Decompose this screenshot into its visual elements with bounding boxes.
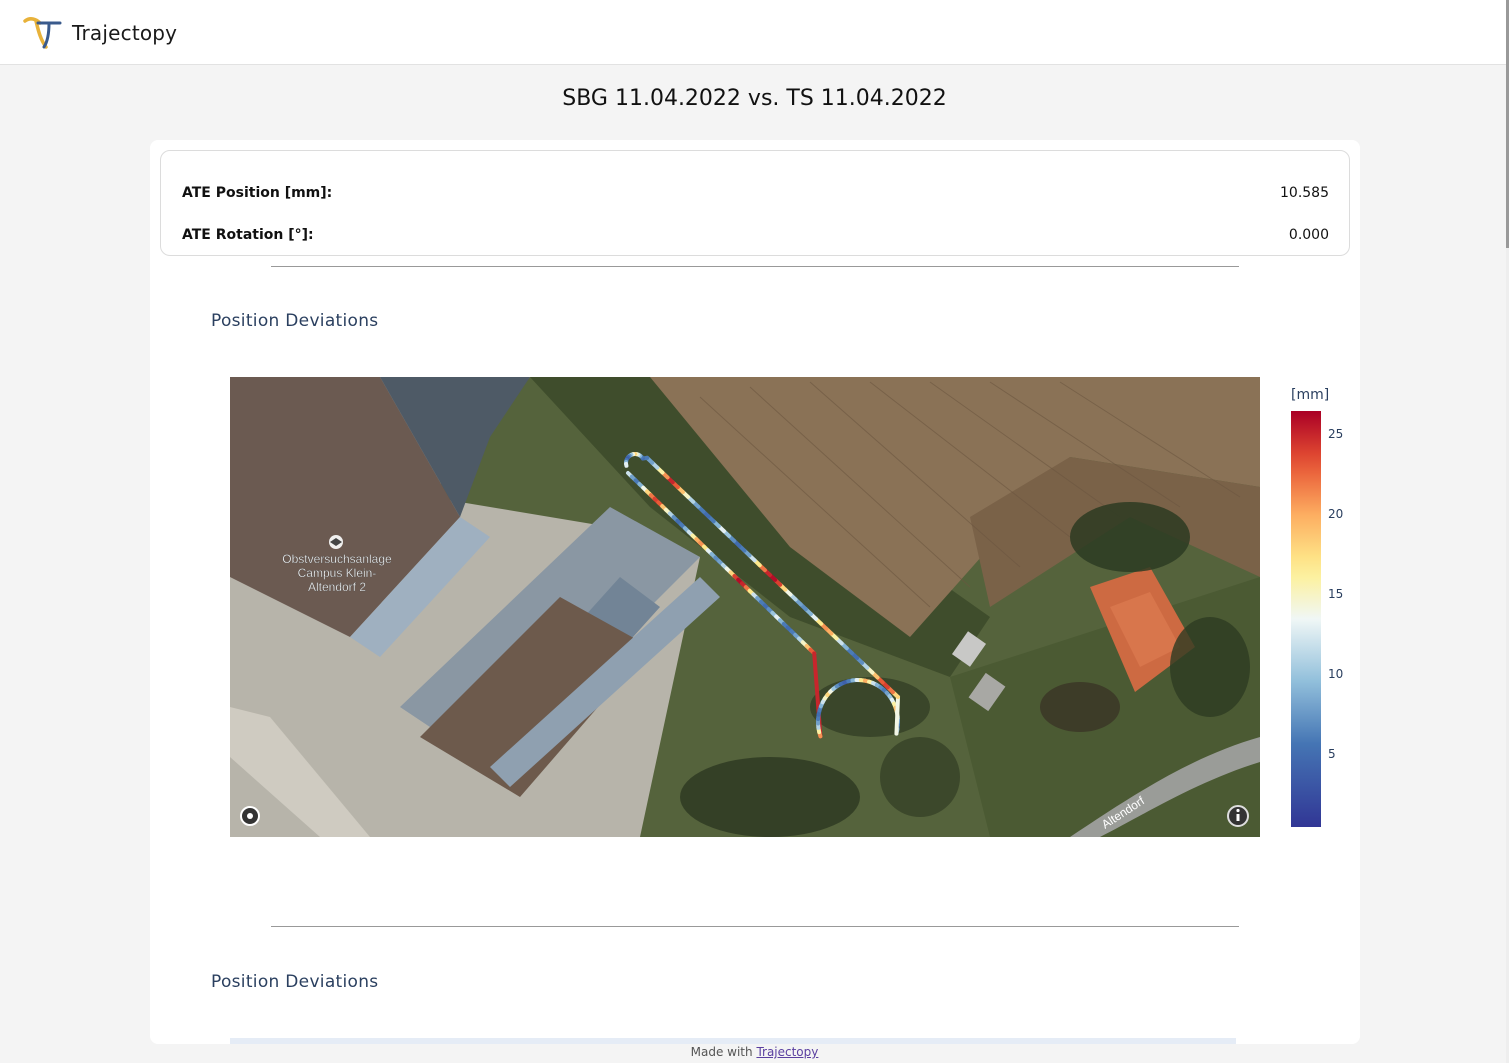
colorbar [1291,411,1321,827]
brand[interactable]: Trajectopy [22,14,177,52]
colorbar-tick: 5 [1328,747,1336,761]
trajectopy-logo-icon [23,17,62,49]
metric-ate-rotation: ATE Rotation [°]: 0.000 [182,224,1329,246]
metrics-panel: ATE Position [mm]: 10.585 ATE Rotation [… [160,150,1350,256]
place-label-line: Campus Klein- [298,566,377,580]
place-label-line: Obstversuchsanlage [282,552,392,566]
section-divider [271,926,1239,927]
brand-name: Trajectopy [72,21,178,45]
metric-value: 0.000 [1288,227,1329,243]
colorbar-tick: 15 [1328,587,1344,601]
section-title: Position Deviations [211,972,379,992]
footer-text: Made with [690,1045,753,1059]
colorbar-tick: 25 [1328,427,1344,441]
page-title: SBG 11.04.2022 vs. TS 11.04.2022 [562,86,947,111]
section-title: Position Deviations [211,311,379,331]
top-navbar: Trajectopy [0,0,1509,65]
report-card: ATE Position [mm]: 10.585 ATE Rotation [… [150,140,1360,1044]
colorbar-tick: 20 [1328,507,1344,521]
metric-value: 10.585 [1280,185,1329,201]
colorbar-title: [mm] [1291,387,1330,403]
metric-label: ATE Position [mm]: [182,185,333,201]
trajectory-point [894,695,900,736]
plot-area[interactable] [230,1038,1236,1044]
footer: Made with Trajectopy [0,1045,1509,1063]
metric-label: ATE Rotation [°]: [182,227,314,243]
map-logo-icon[interactable] [240,806,260,826]
place-label-line: Altendorf 2 [308,580,366,594]
section-divider [271,266,1239,267]
info-icon[interactable] [1227,805,1249,827]
colorbar-tick: 10 [1328,667,1344,681]
metric-ate-position: ATE Position [mm]: 10.585 [182,182,1329,204]
satellite-map[interactable]: Obstversuchsanlage Campus Klein- Altendo… [230,377,1260,837]
footer-link[interactable]: Trajectopy [756,1045,818,1059]
